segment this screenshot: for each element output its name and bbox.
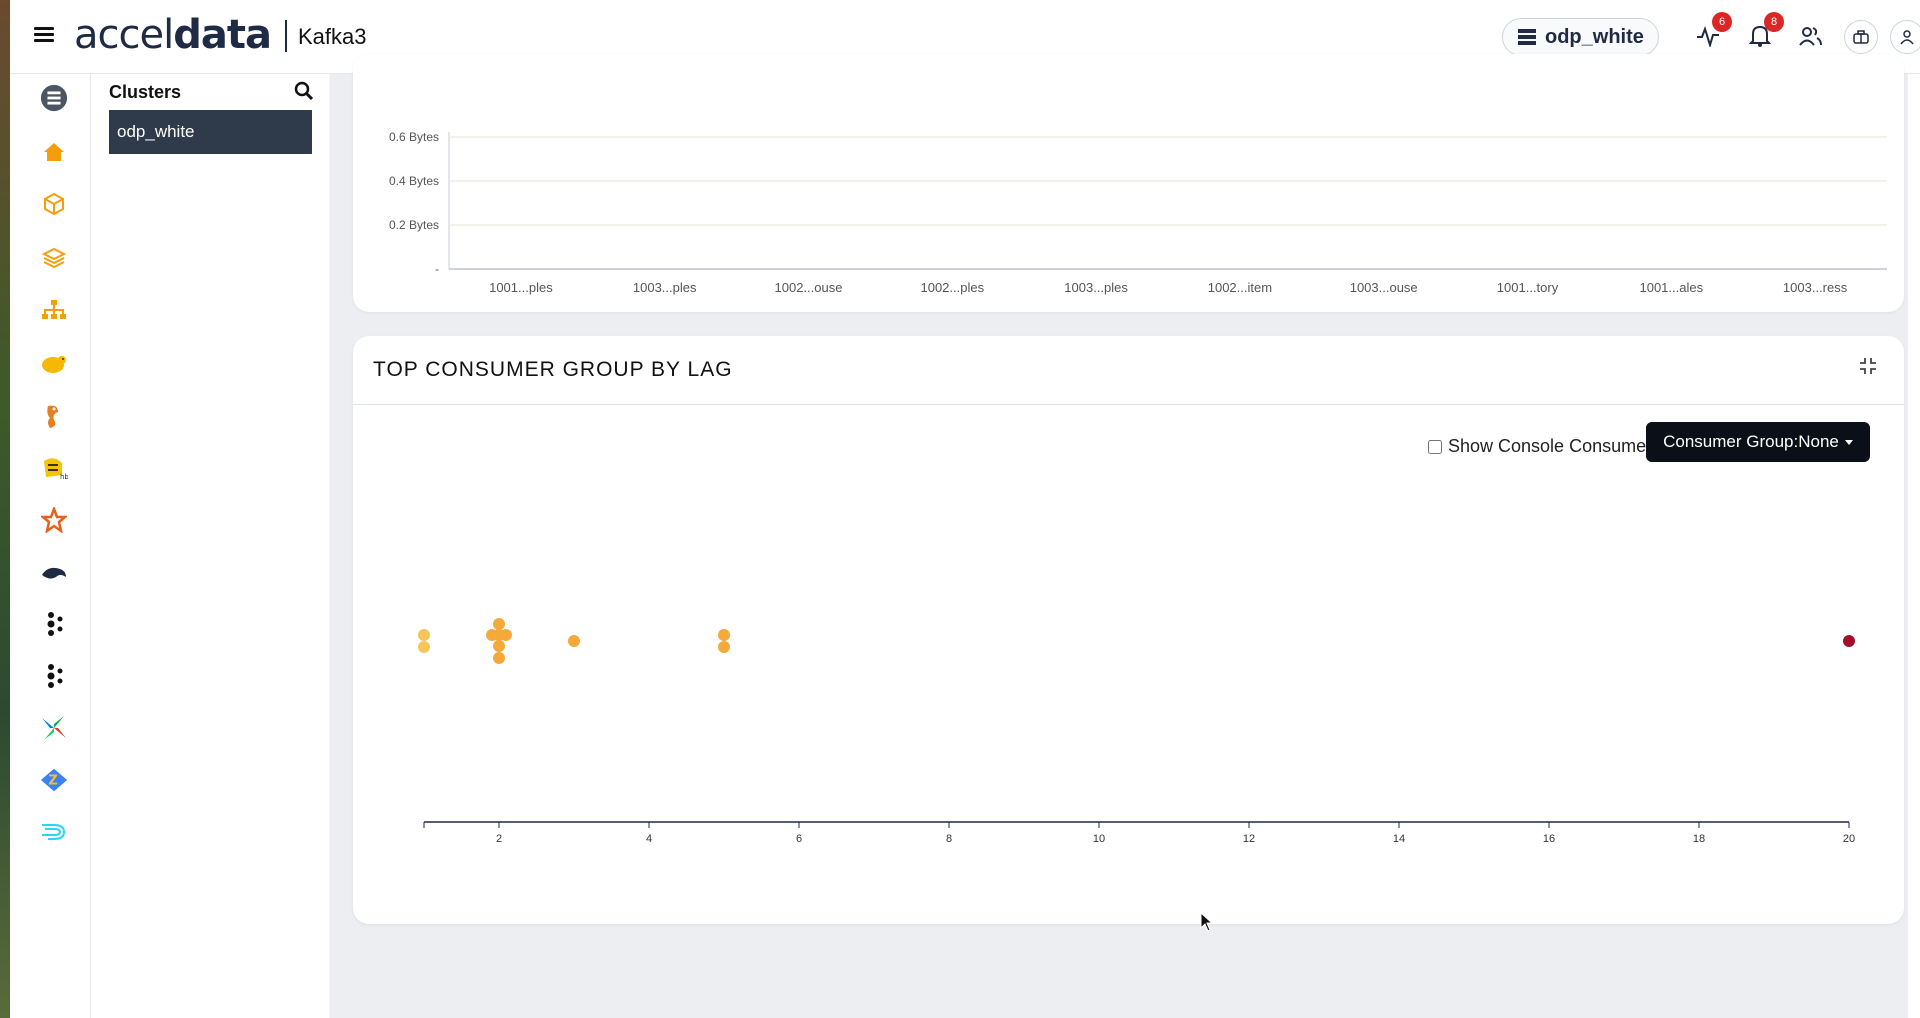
briefcase-button[interactable] <box>1844 20 1878 54</box>
activity-badge: 6 <box>1712 12 1732 32</box>
users-icon <box>1799 27 1822 46</box>
x-tick-label: 1001...ales <box>1639 280 1703 295</box>
cluster-pill-label: odp_white <box>1545 25 1644 48</box>
search-icon[interactable] <box>293 80 315 102</box>
hbase-icon[interactable]: hb <box>40 454 68 482</box>
x-tick-label: 6 <box>796 833 802 845</box>
x-tick-label: 1003...ress <box>1783 280 1848 295</box>
mysql-icon[interactable] <box>40 558 68 586</box>
mouse-cursor-icon <box>1200 912 1214 932</box>
x-tick-label: 1001...tory <box>1497 280 1559 295</box>
zeppelin-icon[interactable]: Z <box>40 766 68 794</box>
cluster-item-odp-white[interactable]: odp_white <box>109 110 312 154</box>
x-tick-label: 1002...ples <box>920 280 984 295</box>
y-tick-label: 0.2 Bytes <box>389 218 439 232</box>
cube-icon[interactable] <box>40 190 68 218</box>
alerts-badge: 8 <box>1764 12 1784 32</box>
users-button[interactable] <box>1796 22 1824 50</box>
y-tick-label: - <box>435 262 439 276</box>
x-tick-label: 1001...ples <box>489 280 553 295</box>
x-tick-label: 1003...ples <box>633 280 697 295</box>
layers-icon[interactable] <box>40 244 68 272</box>
x-tick-label: 1003...ouse <box>1350 280 1418 295</box>
desktop-background <box>0 0 10 1018</box>
service-title: Kafka3 <box>298 24 367 49</box>
acceldata-logo: acceldata <box>74 12 272 58</box>
hierarchy-icon[interactable] <box>40 296 68 324</box>
home-icon[interactable] <box>40 138 68 166</box>
lag-point[interactable] <box>1843 635 1855 647</box>
consumer-lag-card: TOP CONSUMER GROUP BY LAG Show Console C… <box>353 336 1904 924</box>
consumer-lag-chart: 2 4 6 8 10 12 14 16 18 20 <box>418 618 1855 845</box>
spark-icon[interactable] <box>40 506 68 534</box>
clusters-panel: Clusters odp_white <box>91 74 329 1018</box>
hadoop-icon[interactable] <box>40 350 68 378</box>
activity-button[interactable]: 6 <box>1694 12 1732 50</box>
y-tick-label: 0.4 Bytes <box>389 174 439 188</box>
x-tick-label: 16 <box>1543 833 1555 845</box>
hive-icon[interactable] <box>40 402 68 430</box>
lag-point[interactable] <box>493 618 505 630</box>
server-icon <box>1518 29 1536 45</box>
lag-point[interactable] <box>718 629 730 641</box>
lag-point[interactable] <box>568 635 580 647</box>
logo-separator <box>285 20 287 52</box>
main-content: - 0.2 Bytes 0.4 Bytes 0.6 Bytes 1001...ples 1… <box>330 54 1920 1018</box>
lag-point[interactable] <box>493 629 505 641</box>
clusters-title: Clusters <box>109 82 182 102</box>
cluster-selector[interactable]: odp_white <box>1502 18 1659 56</box>
x-tick-label: 4 <box>646 833 652 845</box>
alerts-button[interactable]: 8 <box>1746 12 1784 50</box>
server-icon[interactable] <box>40 84 68 112</box>
topic-bytes-chart: - 0.2 Bytes 0.4 Bytes 0.6 Bytes 1001...ples 1… <box>389 130 1887 295</box>
left-sidebar: hb Z <box>10 74 91 1018</box>
lag-point[interactable] <box>718 641 730 653</box>
x-tick-label: 20 <box>1843 833 1855 845</box>
user-icon <box>1900 30 1914 45</box>
x-tick-label: 1002...ouse <box>775 280 843 295</box>
x-tick-label: 12 <box>1243 833 1255 845</box>
x-tick-label: 1003...ples <box>1064 280 1128 295</box>
briefcase-icon <box>1853 30 1869 44</box>
x-tick-label: 8 <box>946 833 952 845</box>
profile-button[interactable] <box>1890 20 1920 54</box>
hamburger-menu-icon[interactable] <box>34 24 54 46</box>
x-tick-label: 2 <box>496 833 502 845</box>
svg-text:hb: hb <box>60 473 68 481</box>
kafka-icon-2[interactable] <box>40 662 68 690</box>
lag-point[interactable] <box>418 629 430 641</box>
x-tick-label: 10 <box>1093 833 1105 845</box>
x-tick-label: 14 <box>1393 833 1405 845</box>
topic-bytes-card: - 0.2 Bytes 0.4 Bytes 0.6 Bytes 1001...ples 1… <box>353 54 1904 312</box>
svg-text:Z: Z <box>48 774 57 789</box>
x-tick-label: 18 <box>1693 833 1705 845</box>
druid-icon[interactable] <box>40 818 68 846</box>
y-tick-label: 0.6 Bytes <box>389 130 439 144</box>
lag-point[interactable] <box>418 641 430 653</box>
lag-point[interactable] <box>493 652 505 664</box>
lag-point[interactable] <box>493 640 505 652</box>
kafka-icon[interactable] <box>40 610 68 638</box>
airflow-icon[interactable] <box>40 714 68 742</box>
scrollbar-track[interactable] <box>1908 74 1920 1018</box>
x-tick-label: 1002...item <box>1208 280 1272 295</box>
